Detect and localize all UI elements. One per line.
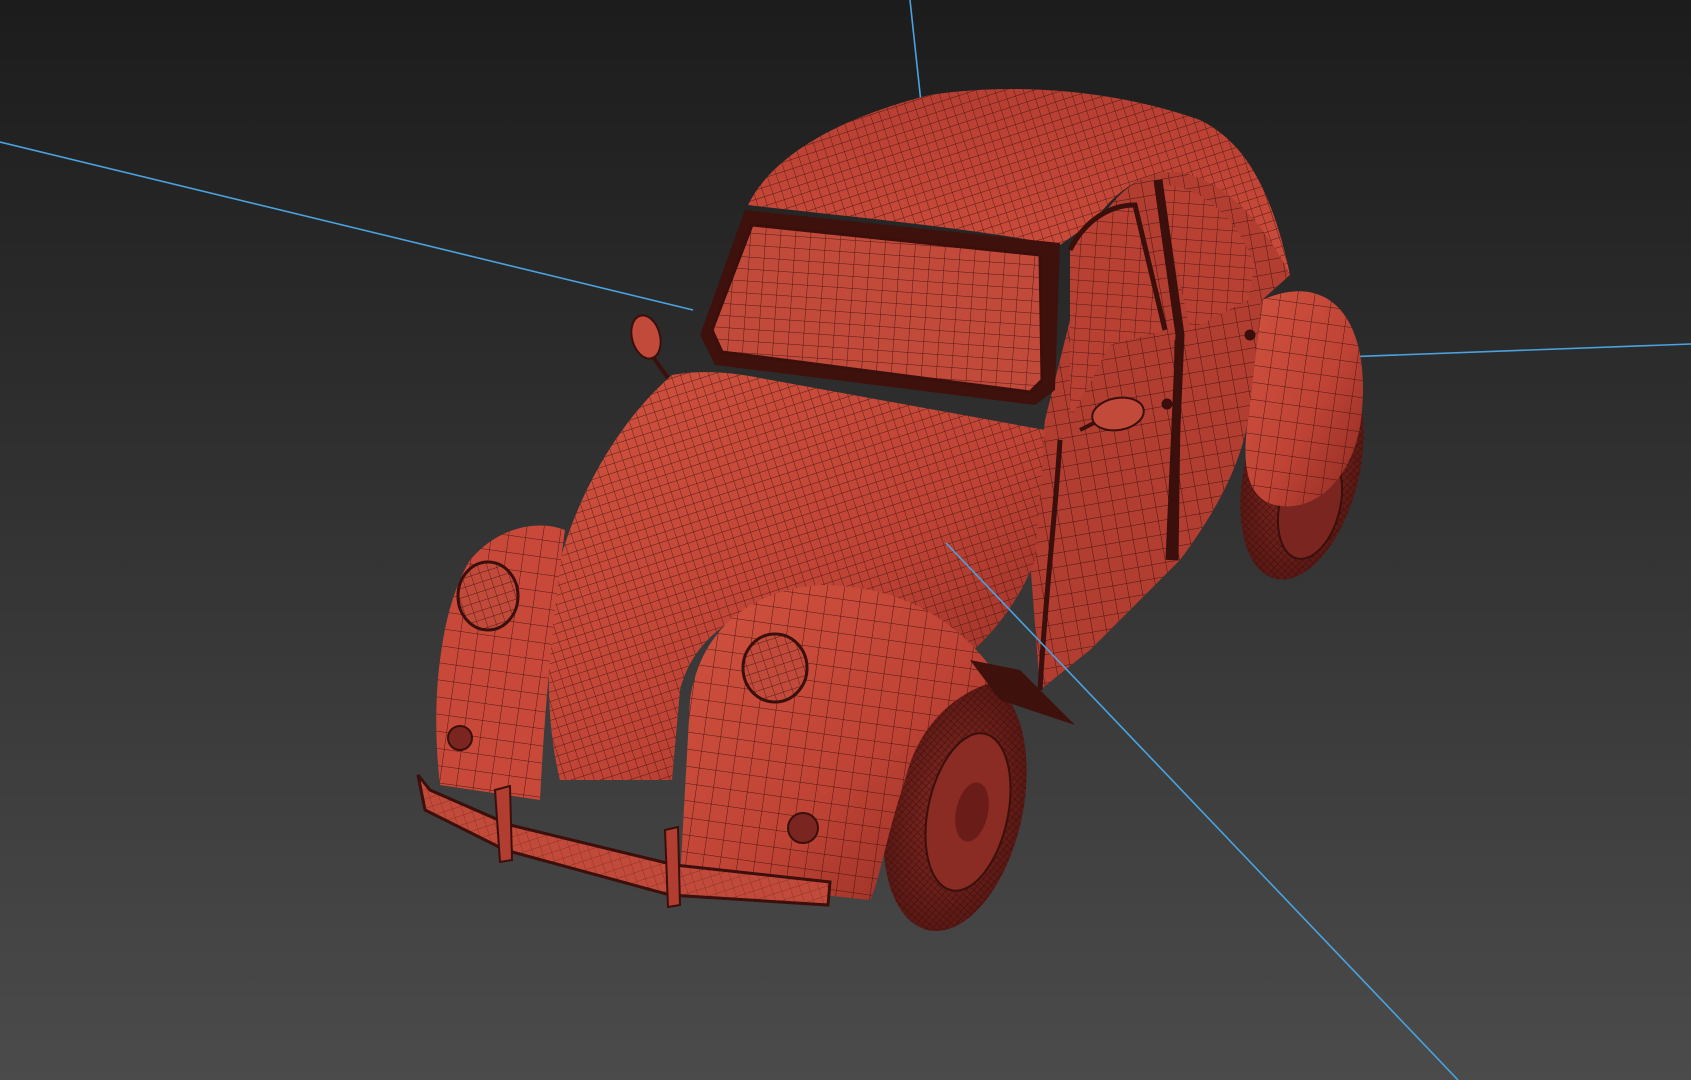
- headlight-left: [456, 560, 520, 632]
- viewport-canvas[interactable]: [0, 0, 1691, 1080]
- headlight-right: [741, 632, 809, 704]
- indicator-right: [787, 812, 819, 844]
- perspective-viewport[interactable]: [0, 0, 1691, 1080]
- indicator-left: [447, 725, 473, 751]
